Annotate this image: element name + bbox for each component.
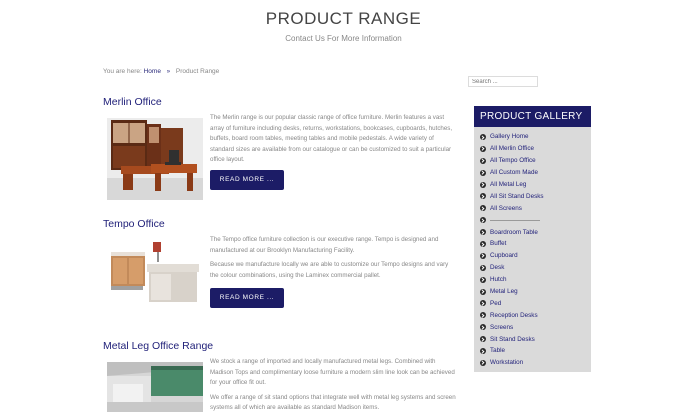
- sidebar-item-label: Workstation: [490, 359, 524, 367]
- sidebar-item-reception-desks[interactable]: Reception Desks: [480, 309, 585, 321]
- page-subtitle[interactable]: Contact Us For More Information: [0, 34, 687, 43]
- product-title[interactable]: Metal Leg Office Range: [103, 340, 213, 352]
- read-more-button[interactable]: READ MORE ...: [210, 170, 284, 190]
- search-input[interactable]: [468, 76, 538, 87]
- product-metal-leg: Metal Leg Office Range We stock a range …: [103, 340, 458, 412]
- page-title: PRODUCT RANGE: [265, 9, 422, 28]
- sidebar-item-label: Buffet: [490, 240, 507, 248]
- sidebar-item-metal-leg[interactable]: Metal Leg: [480, 286, 585, 298]
- sidebar-item-boardroom-table[interactable]: Boardroom Table: [480, 226, 585, 238]
- read-more-button[interactable]: READ MORE ...: [210, 288, 284, 308]
- sidebar-item-cupboard[interactable]: Cupboard: [480, 250, 585, 262]
- breadcrumb-home-link[interactable]: Home: [144, 68, 161, 75]
- sidebar-item-desk[interactable]: Desk: [480, 262, 585, 274]
- breadcrumb-separator: »: [166, 69, 171, 75]
- product-paragraph: The Tempo office furniture collection is…: [210, 236, 439, 254]
- sidebar-item-label: All Merlin Office: [490, 145, 534, 153]
- product-paragraph: The Merlin range is our popular classic …: [210, 114, 453, 164]
- chevron-right-icon: [480, 324, 486, 331]
- chevron-right-icon: [480, 276, 486, 283]
- sidebar-item-workstation[interactable]: Workstation: [480, 357, 585, 369]
- chevron-right-icon: [480, 229, 486, 236]
- chevron-right-icon: [480, 169, 486, 176]
- product-paragraph: We stock a range of imported and locally…: [210, 358, 455, 387]
- product-description: The Tempo office furniture collection is…: [210, 235, 458, 285]
- chevron-right-icon: [480, 300, 486, 307]
- chevron-right-icon: [480, 336, 486, 343]
- sidebar-title: PRODUCT GALLERY: [474, 106, 591, 127]
- chevron-right-icon: [480, 205, 486, 212]
- sidebar-item-all-tempo-office[interactable]: All Tempo Office: [480, 155, 585, 167]
- chevron-right-icon: [480, 193, 486, 200]
- sidebar-item-label: All Custom Made: [490, 169, 538, 177]
- sidebar-item-sit-stand-desks[interactable]: Sit Stand Desks: [480, 333, 585, 345]
- sidebar-item-all-sit-stand-desks[interactable]: All Sit Stand Desks: [480, 190, 585, 202]
- sidebar-item-all-metal-leg[interactable]: All Metal Leg: [480, 179, 585, 191]
- product-title[interactable]: Merlin Office: [103, 96, 162, 108]
- metal-leg-office-image[interactable]: [107, 362, 203, 412]
- product-paragraph: We offer a range of sit stand options th…: [210, 393, 456, 412]
- sidebar-item-hutch[interactable]: Hutch: [480, 274, 585, 286]
- sidebar-item-label: All Metal Leg: [490, 181, 527, 188]
- sidebar-item-all-screens[interactable]: All Screens: [480, 202, 585, 214]
- product-title[interactable]: Tempo Office: [103, 218, 165, 230]
- chevron-right-icon: [480, 264, 486, 271]
- sidebar-item-label: Metal Leg: [490, 288, 518, 296]
- sidebar-item-label: Table: [490, 347, 506, 355]
- chevron-right-icon: [480, 181, 486, 188]
- breadcrumb-prefix: You are here:: [103, 68, 142, 75]
- chevron-right-icon: [480, 217, 486, 224]
- sidebar-item-all-merlin-office[interactable]: All Merlin Office: [480, 143, 585, 155]
- sidebar-item-label: Boardroom Table: [490, 228, 538, 236]
- product-description: The Merlin range is our popular classic …: [210, 113, 458, 170]
- merlin-office-image[interactable]: [107, 118, 203, 200]
- sidebar-item-label: Ped: [490, 299, 502, 307]
- sidebar-item-label: Sit Stand Desks: [490, 335, 535, 343]
- sidebar-item-label: Reception Desks: [490, 311, 538, 319]
- chevron-right-icon: [480, 347, 486, 354]
- sidebar-item-label: Gallery Home: [490, 133, 529, 141]
- sidebar-list: Gallery Home All Merlin Office All Tempo…: [474, 127, 591, 369]
- chevron-right-icon: [480, 252, 486, 259]
- tempo-office-image[interactable]: [107, 238, 203, 314]
- sidebar-item-label: All Tempo Office: [490, 157, 536, 165]
- sidebar-item-label: Hutch: [490, 276, 507, 284]
- chevron-right-icon: [480, 359, 486, 366]
- sidebar-item-gallery-home[interactable]: Gallery Home: [480, 131, 585, 143]
- chevron-right-icon: [480, 157, 486, 164]
- chevron-right-icon: [480, 240, 486, 247]
- sidebar-item-label: Screens: [490, 323, 514, 331]
- sidebar-item-all-custom-made[interactable]: All Custom Made: [480, 167, 585, 179]
- sidebar-item-screens[interactable]: Screens: [480, 321, 585, 333]
- sidebar-item-label: Desk: [490, 264, 505, 272]
- breadcrumb: You are here: Home » Product Range: [103, 68, 219, 75]
- chevron-right-icon: [480, 312, 486, 319]
- product-gallery-sidebar: PRODUCT GALLERY Gallery Home All Merlin …: [474, 106, 591, 372]
- sidebar-item-buffet[interactable]: Buffet: [480, 238, 585, 250]
- breadcrumb-current: Product Range: [175, 68, 220, 75]
- divider-line: [490, 219, 540, 221]
- sidebar-item-table[interactable]: Table: [480, 345, 585, 357]
- chevron-right-icon: [480, 145, 486, 152]
- product-merlin: Merlin Office The Merlin range is our po…: [103, 96, 458, 206]
- product-paragraph: Because we manufacture locally we are ab…: [210, 261, 449, 279]
- sidebar-item-ped[interactable]: Ped: [480, 297, 585, 309]
- sidebar-item-divider[interactable]: [480, 214, 585, 226]
- sidebar-item-label: Cupboard: [490, 252, 518, 260]
- product-description: We stock a range of imported and locally…: [210, 357, 458, 412]
- product-tempo: Tempo Office The Tempo office furniture …: [103, 218, 458, 328]
- sidebar-item-label: All Screens: [490, 204, 522, 212]
- sidebar-item-label: All Sit Stand Desks: [490, 192, 544, 200]
- chevron-right-icon: [480, 288, 486, 295]
- chevron-right-icon: [480, 133, 486, 140]
